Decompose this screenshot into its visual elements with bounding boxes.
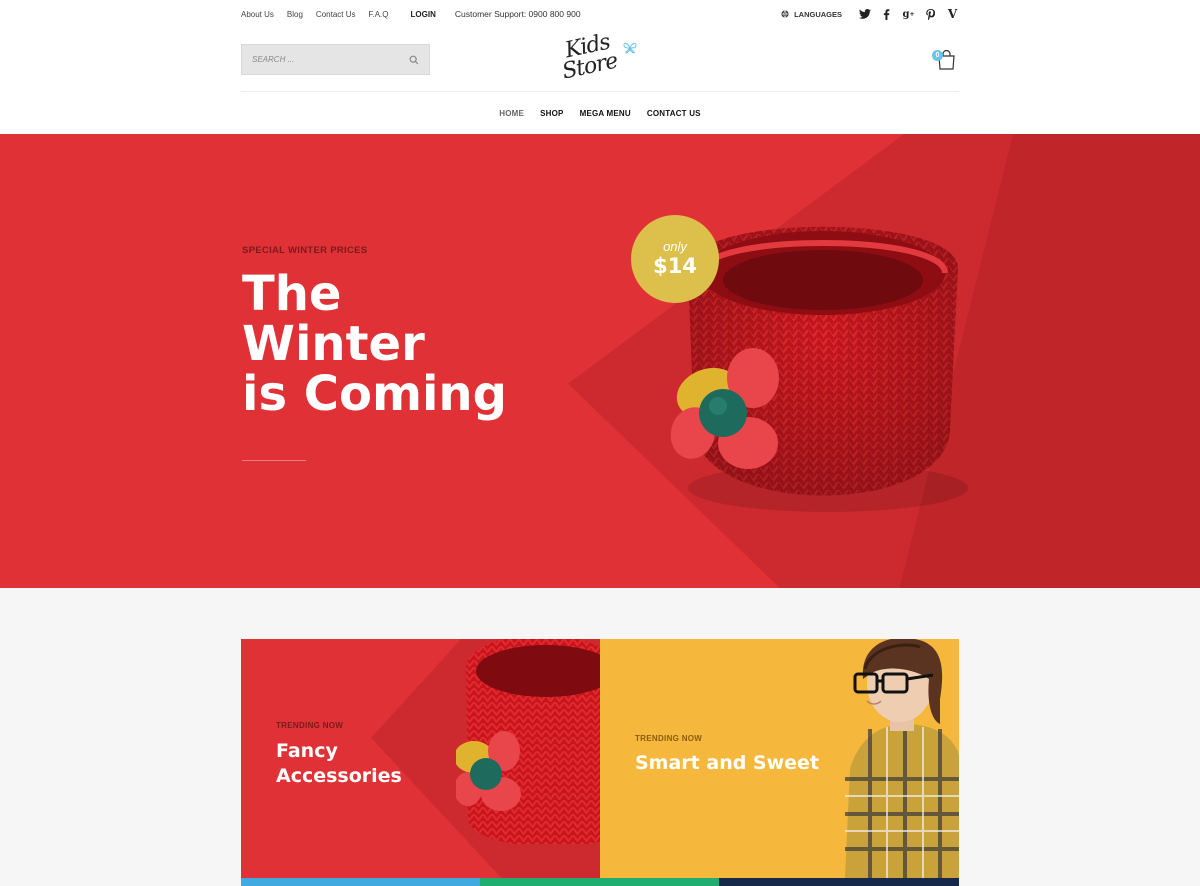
card-title-line: Smart and Sweet [635,752,820,774]
languages-selector[interactable]: LANGUAGES [781,10,842,19]
vimeo-icon[interactable]: V [946,7,959,21]
nav-item-contact-us[interactable]: CONTACT US [647,109,701,118]
card-title: Smart and Sweet [635,751,819,776]
pinterest-icon[interactable] [924,8,937,21]
google-plus-icon[interactable]: g + [902,8,915,21]
twitter-icon[interactable] [858,8,871,21]
butterfly-icon [623,42,637,54]
hero-title-line: is Coming [242,366,507,422]
top-bar: About Us Blog Contact Us F.A.Q LOGIN Cus… [241,0,959,28]
nav-item-mega-menu[interactable]: MEGA MENU [580,109,631,118]
hero-banner: SPECIAL WINTER PRICES The Winter is Comi… [0,134,1200,588]
site-logo[interactable]: Kids Store [557,30,647,88]
nav-item-home[interactable]: HOME [499,109,524,118]
card-title: Fancy Accessories [276,739,402,789]
main-nav: HOME SHOP MEGA MENU CONTACT US [0,92,1200,134]
nav-item-shop[interactable]: SHOP [540,109,563,118]
hero-title-line: Winter [242,316,425,372]
top-link-about[interactable]: About Us [241,10,274,19]
cart-button[interactable]: 0 [932,48,956,72]
customer-support-text: Customer Support: 0900 800 900 [454,9,581,19]
card-title-line: Accessories [276,765,402,787]
top-link-contact[interactable]: Contact Us [316,10,356,19]
top-link-blog[interactable]: Blog [287,10,303,19]
cart-count-badge: 0 [932,50,943,61]
card-eyebrow: TRENDING NOW [635,734,703,743]
hero-title: The Winter is Coming [242,269,572,419]
login-link[interactable]: LOGIN [411,10,436,19]
hero-eyebrow: SPECIAL WINTER PRICES [242,245,368,256]
price-value: $14 [653,254,697,278]
globe-icon [781,10,789,18]
languages-label: LANGUAGES [794,9,842,19]
hero-divider [242,460,306,461]
facebook-icon[interactable] [880,8,893,21]
boy-with-glasses-image [845,639,959,878]
knitted-scarf-image [456,639,600,844]
promo-card-smart-sweet[interactable]: TRENDING NOW Smart and Sweet [600,639,959,878]
next-card-strip-blue [241,878,480,886]
search-input[interactable] [252,55,409,64]
search-icon[interactable] [409,55,419,65]
card-eyebrow: TRENDING NOW [276,721,344,730]
social-links: g + V [858,7,959,21]
price-badge: only $14 [631,215,719,303]
price-prefix: only [663,239,687,254]
next-card-strip-green [480,878,719,886]
top-link-faq[interactable]: F.A.Q [369,10,389,19]
top-right-group: LANGUAGES g + V [781,0,959,28]
next-card-strip-navy [719,878,959,886]
card-title-line: Fancy [276,740,338,762]
top-links: About Us Blog Contact Us F.A.Q [241,10,402,19]
hero-title-line: The [242,266,342,322]
promo-card-accessories[interactable]: TRENDING NOW Fancy Accessories [241,639,600,878]
search-box [241,44,430,75]
